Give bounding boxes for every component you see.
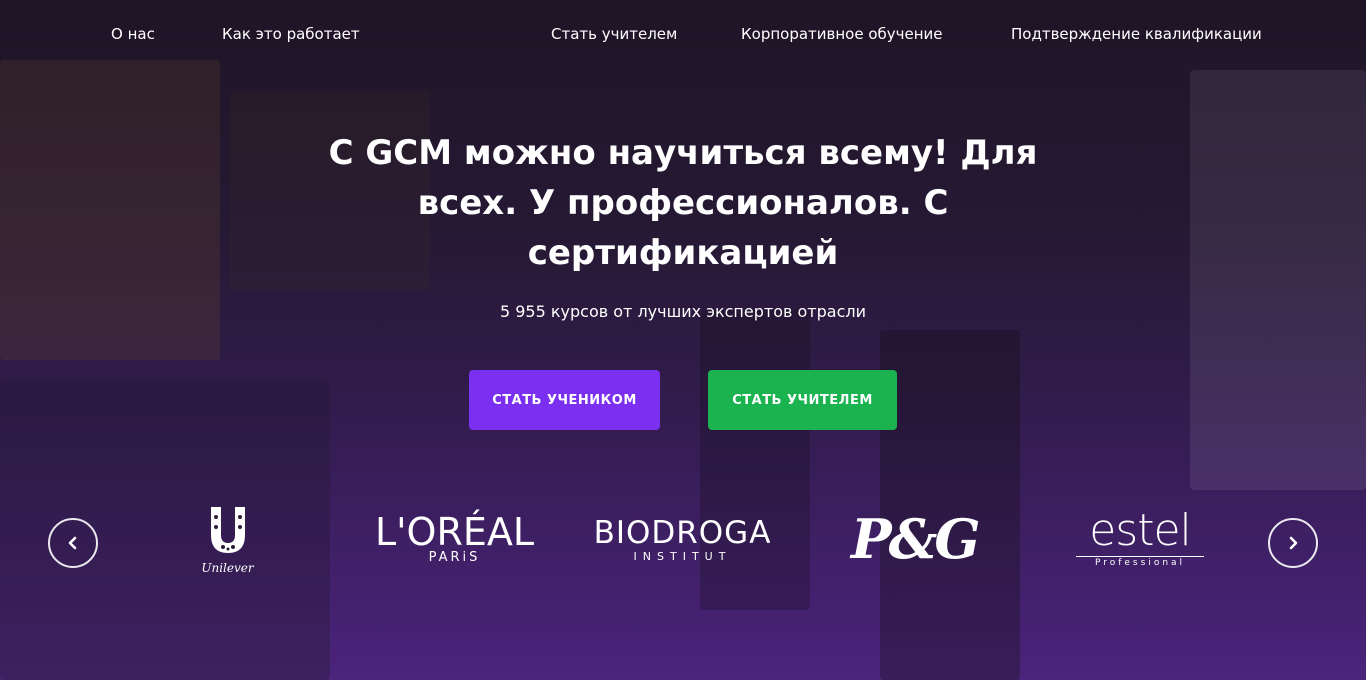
carousel-next-button[interactable] xyxy=(1268,518,1318,568)
logo-loreal: L'ORÉAL PARiS xyxy=(352,512,557,565)
hero-subtitle: 5 955 курсов от лучших экспертов отрасли xyxy=(499,302,867,321)
chevron-left-icon xyxy=(68,536,77,550)
chevron-right-icon xyxy=(1289,536,1298,550)
nav-link-corporate[interactable]: Корпоративное обучение xyxy=(741,25,943,43)
top-nav: О нас Как это работает Стать учителем Ко… xyxy=(0,0,1366,70)
nav-link-become-teacher[interactable]: Стать учителем xyxy=(551,25,677,43)
carousel-prev-button[interactable] xyxy=(48,518,98,568)
logo-pg-text: P&G xyxy=(851,507,980,571)
become-student-button[interactable]: СТАТЬ УЧЕНИКОМ xyxy=(469,370,660,430)
logo-biodroga-text: BIODROGA xyxy=(593,515,772,551)
logo-biodroga: BIODROGA INSTITUT xyxy=(580,516,785,563)
hero-background xyxy=(0,0,1366,680)
nav-link-how-it-works[interactable]: Как это работает xyxy=(222,25,360,43)
unilever-u-icon xyxy=(210,507,245,553)
nav-link-qualification[interactable]: Подтверждение квалификации xyxy=(1011,25,1262,43)
become-teacher-button[interactable]: СТАТЬ УЧИТЕЛЕМ xyxy=(708,370,897,430)
logo-estel-subtext: Professional xyxy=(1076,556,1204,568)
logo-pg: P&G xyxy=(851,507,980,571)
logo-estel: estel Professional xyxy=(1070,506,1210,568)
nav-link-about[interactable]: О нас xyxy=(111,25,155,43)
background-overlay xyxy=(0,0,1366,680)
logo-estel-text: estel xyxy=(1089,505,1192,556)
hero-title: С GCM можно научиться всему! Для всех. У… xyxy=(328,133,1038,273)
logo-loreal-text: L'ORÉAL xyxy=(374,510,535,554)
logo-unilever-text: Unilever xyxy=(201,561,254,575)
logo-unilever: Unilever xyxy=(190,505,265,575)
logo-biodroga-subtext: INSTITUT xyxy=(633,550,732,563)
